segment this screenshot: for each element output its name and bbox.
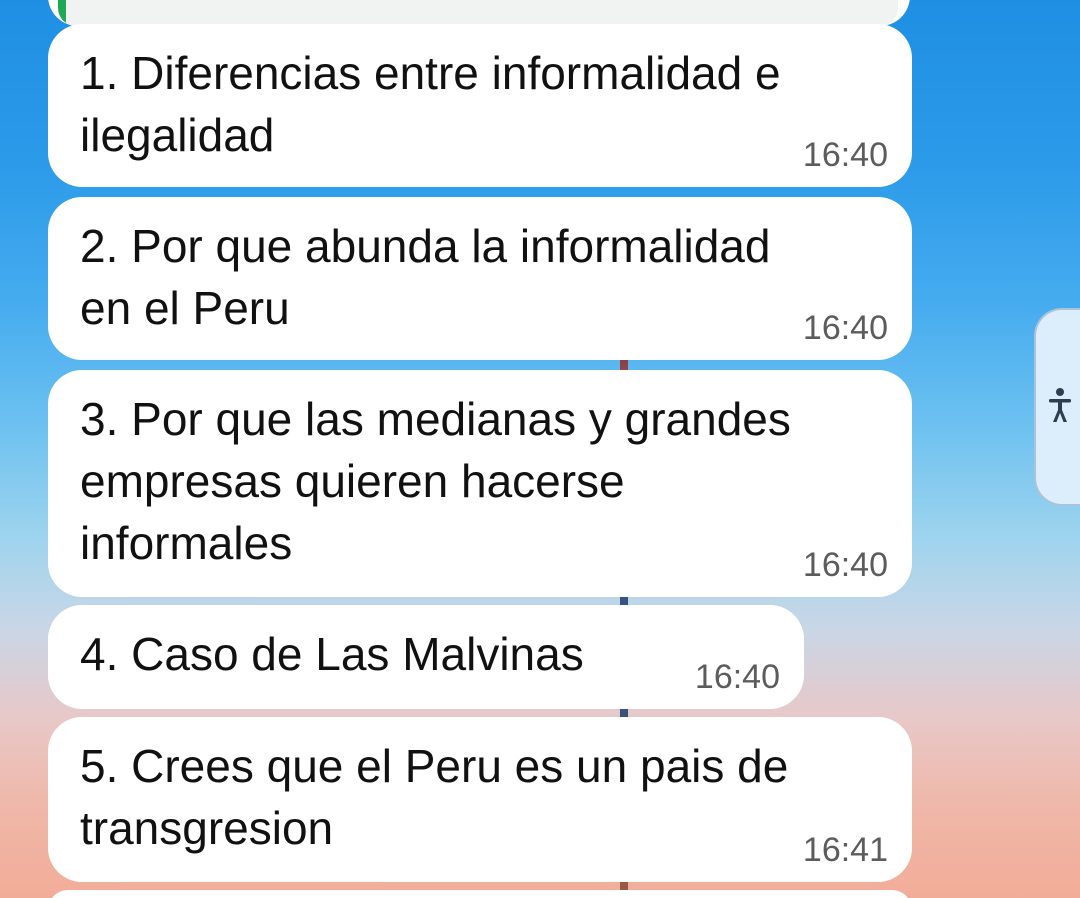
message-text: 1. Diferencias entre informalidad e ileg…	[80, 47, 781, 161]
message-bubble[interactable]: 1. Diferencias entre informalidad e ileg…	[48, 24, 912, 187]
accessibility-icon	[1049, 388, 1071, 422]
message-timestamp: 16:40	[802, 309, 888, 347]
accessibility-side-tab[interactable]	[1034, 308, 1080, 506]
quoted-reply[interactable]	[58, 0, 898, 26]
message-timestamp: 16:40	[802, 136, 888, 174]
message-timestamp: 16:40	[802, 546, 888, 584]
chat-screen: 1. Diferencias entre informalidad e ileg…	[0, 0, 1080, 898]
message-bubble[interactable]: 2. Por que abunda la informalidad en el …	[48, 197, 912, 360]
message-timestamp: 16:41	[802, 831, 888, 869]
message-text: 4. Caso de Las Malvinas	[80, 628, 584, 680]
message-text: 5. Crees que el Peru es un pais de trans…	[80, 740, 789, 854]
next-message-bubble[interactable]	[48, 890, 912, 898]
message-bubble[interactable]: 3. Por que las medianas y grandes empres…	[48, 370, 912, 597]
message-text: 3. Por que las medianas y grandes empres…	[80, 393, 791, 569]
message-bubble[interactable]: 4. Caso de Las Malvinas 16:40	[48, 605, 804, 709]
message-text: 2. Por que abunda la informalidad en el …	[80, 220, 771, 334]
message-timestamp: 16:40	[694, 658, 780, 696]
quote-accent-bar	[58, 0, 66, 26]
previous-message-bubble[interactable]	[48, 0, 910, 26]
message-bubble[interactable]: 5. Crees que el Peru es un pais de trans…	[48, 717, 912, 882]
